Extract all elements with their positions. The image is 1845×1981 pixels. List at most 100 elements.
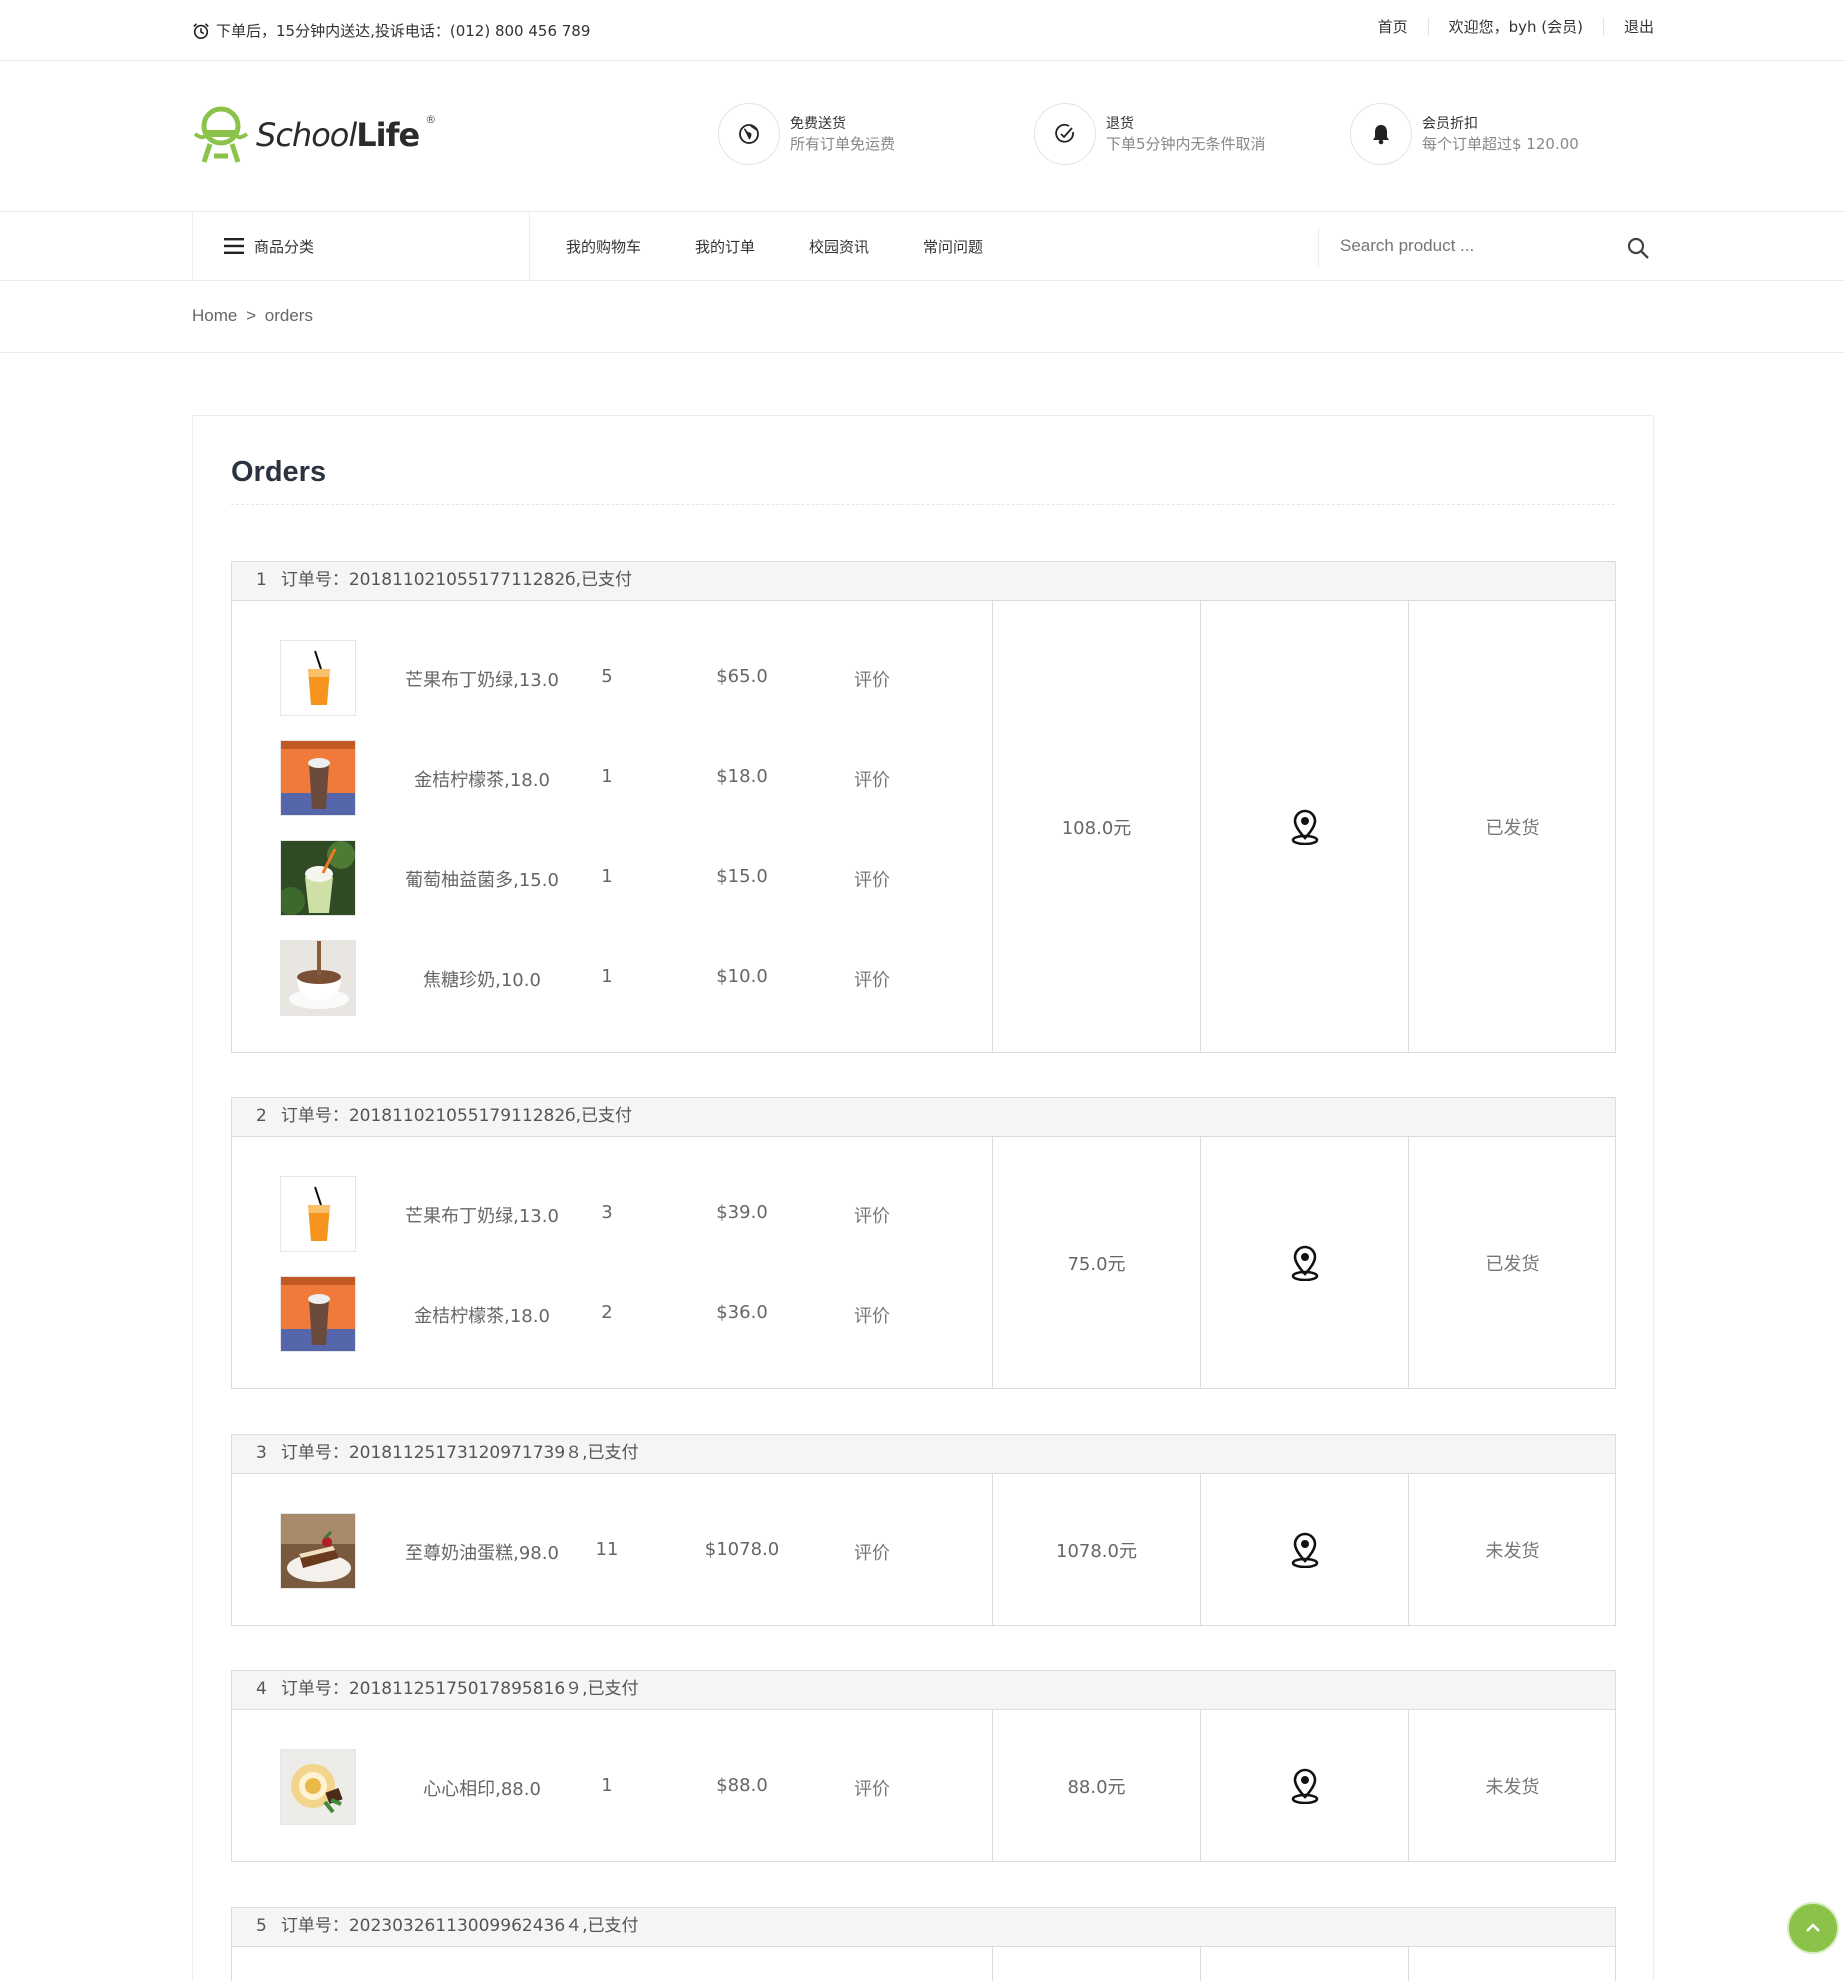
review-link[interactable]: 评价 (832, 1775, 912, 1801)
product-subtotal: $39.0 (716, 1202, 768, 1223)
order-body: 至尊奶油蛋糕,98.0 11 $1078.0 评价 1078.0元 未发货 (231, 1474, 1616, 1626)
category-label: 商品分类 (254, 237, 315, 256)
hamburger-icon (224, 238, 244, 254)
order-header: 5 订单号：20230326113009962436４,已支付 (231, 1907, 1616, 1947)
product-name: 焦糖珍奶,10.0 (423, 970, 541, 991)
delivery-notice: 下单后，15分钟内送达,投诉电话：(012) 800 456 789 (192, 20, 590, 41)
order-item-row: 金桔柠檬茶,18.0 2 $36.0 评价 (232, 1276, 992, 1352)
review-link[interactable]: 评价 (832, 1539, 912, 1565)
review-link[interactable]: 评价 (832, 1302, 912, 1328)
delivery-notice-text: 下单后，15分钟内送达,投诉电话：(012) 800 456 789 (216, 22, 591, 40)
chevron-up-icon (1806, 1923, 1820, 1932)
review-link[interactable]: 评价 (832, 666, 912, 692)
order-body: 芒果布丁奶绿,13.0 5 $65.0 评价 金桔柠檬茶,18.0 1 $18.… (231, 601, 1616, 1053)
product-image-heart-dessert[interactable] (280, 1749, 356, 1825)
order-total: 75.0元 (992, 1137, 1200, 1388)
breadcrumb-current: orders (264, 306, 313, 325)
page-title: Orders (231, 456, 327, 488)
order-address-button[interactable] (1200, 1710, 1408, 1861)
orders-panel: Orders 1 订单号：20181102105517711282б,已支付 芒果… (192, 415, 1654, 1981)
order-total-column (992, 1947, 1200, 1981)
product-subtotal: $10.0 (716, 966, 768, 987)
order-header: 2 订单号：20181102105517911282б,已支付 (231, 1097, 1616, 1137)
bell-icon (1373, 125, 1389, 145)
shipping-status: 已发货 (1408, 1137, 1616, 1388)
map-pin-icon (1291, 1245, 1318, 1281)
product-image-caramel-milk-tea[interactable] (280, 940, 356, 1016)
order-index: 3 (256, 1443, 267, 1463)
order-header: 3 订单号：20181125173120971739８,已支付 (231, 1434, 1616, 1474)
order-address-column (1200, 1947, 1408, 1981)
logo-registered-mark: ® (425, 112, 437, 126)
product-image-cream-cake[interactable] (280, 1513, 356, 1589)
top-bar: 下单后，15分钟内送达,投诉电话：(012) 800 456 789 首页 欢迎… (0, 0, 1845, 61)
welcome-user-link[interactable]: 欢迎您，byh (会员) (1427, 18, 1603, 36)
home-link[interactable]: 首页 (1358, 18, 1428, 36)
map-pin-icon (1291, 1768, 1318, 1804)
search-input[interactable] (1340, 236, 1600, 256)
product-quantity: 3 (601, 1202, 613, 1223)
feature-icon-circle (1034, 103, 1096, 165)
logo-wordmark: SchoolLife (256, 116, 420, 154)
order-address-button[interactable] (1200, 601, 1408, 1052)
site-logo[interactable]: SchoolLife ® (192, 104, 436, 166)
feature-title: 退货 (1106, 116, 1134, 132)
logout-link[interactable]: 退出 (1602, 18, 1654, 36)
product-image-mango-drink[interactable] (280, 1176, 356, 1252)
order-number: 订单号：20181102105517911282б,已支付 (280, 1106, 633, 1126)
product-image-mango-drink[interactable] (280, 640, 356, 716)
shipping-status: 已发货 (1408, 601, 1616, 1052)
nav-item-faq[interactable]: 常问问题 (923, 236, 983, 257)
order-block: 5 订单号：20230326113009962436４,已支付 (231, 1907, 1616, 1981)
product-image-lemon-tea[interactable] (280, 740, 356, 816)
nav-item-cart[interactable]: 我的购物车 (566, 236, 641, 257)
order-index: 2 (256, 1106, 267, 1126)
main-nav: 商品分类 我的购物车 我的订单 校园资讯 常问问题 (0, 212, 1845, 281)
order-number: 订单号：20181125173120971739８,已支付 (280, 1443, 639, 1463)
order-number: 订单号：20230326113009962436４,已支付 (280, 1916, 639, 1936)
review-link[interactable]: 评价 (832, 866, 912, 892)
product-subtotal: $15.0 (716, 866, 768, 887)
shipping-status: 未发货 (1408, 1710, 1616, 1861)
product-quantity: 11 (595, 1539, 619, 1560)
search-button[interactable] (1626, 236, 1650, 264)
back-to-top-button[interactable] (1787, 1902, 1839, 1954)
feature-title: 免费送货 (790, 116, 846, 132)
map-pin-icon (1291, 1532, 1318, 1568)
order-total: 1078.0元 (992, 1474, 1200, 1625)
product-name: 至尊奶油蛋糕,98.0 (405, 1543, 559, 1564)
nav-item-campus-news[interactable]: 校园资讯 (809, 236, 869, 257)
product-quantity: 1 (601, 1775, 613, 1796)
product-name: 金桔柠檬茶,18.0 (414, 770, 550, 791)
search-icon (1627, 237, 1649, 259)
order-item-row: 芒果布丁奶绿,13.0 5 $65.0 评价 (232, 640, 992, 716)
site-header: SchoolLife ® 免费送货 所有订单免运费 退货 下单5分钟内无条件取消… (0, 61, 1845, 212)
product-quantity: 1 (601, 966, 613, 987)
order-block: 1 订单号：20181102105517711282б,已支付 芒果布丁奶绿,13… (231, 561, 1616, 1053)
top-links: 首页 欢迎您，byh (会员) 退出 (1358, 18, 1654, 36)
shipping-status-column (1408, 1947, 1616, 1981)
order-body: 心心相印,88.0 1 $88.0 评价 88.0元 未发货 (231, 1710, 1616, 1862)
order-number: 订单号：20181102105517711282б,已支付 (280, 570, 633, 590)
feature-desc: 每个订单超过$ 120.00 (1422, 135, 1579, 153)
review-link[interactable]: 评价 (832, 966, 912, 992)
map-pin-icon (1291, 809, 1318, 845)
review-link[interactable]: 评价 (832, 766, 912, 792)
product-name: 葡萄柚益菌多,15.0 (405, 870, 559, 891)
nav-menu: 我的购物车 我的订单 校园资讯 常问问题 (566, 212, 983, 280)
order-index: 1 (256, 570, 267, 590)
breadcrumb-home[interactable]: Home (192, 306, 237, 325)
order-item-row: 焦糖珍奶,10.0 1 $10.0 评价 (232, 940, 992, 1016)
product-image-grapefruit-drink[interactable] (280, 840, 356, 916)
order-address-button[interactable] (1200, 1474, 1408, 1625)
order-item-row: 心心相印,88.0 1 $88.0 评价 (232, 1749, 992, 1825)
product-image-lemon-tea[interactable] (280, 1276, 356, 1352)
breadcrumb-separator: > (246, 306, 257, 325)
review-link[interactable]: 评价 (832, 1202, 912, 1228)
order-item-row: 葡萄柚益菌多,15.0 1 $15.0 评价 (232, 840, 992, 916)
order-total: 88.0元 (992, 1710, 1200, 1861)
product-quantity: 2 (601, 1302, 613, 1323)
category-menu-button[interactable]: 商品分类 (192, 212, 530, 280)
nav-item-orders[interactable]: 我的订单 (695, 236, 755, 257)
order-address-button[interactable] (1200, 1137, 1408, 1388)
